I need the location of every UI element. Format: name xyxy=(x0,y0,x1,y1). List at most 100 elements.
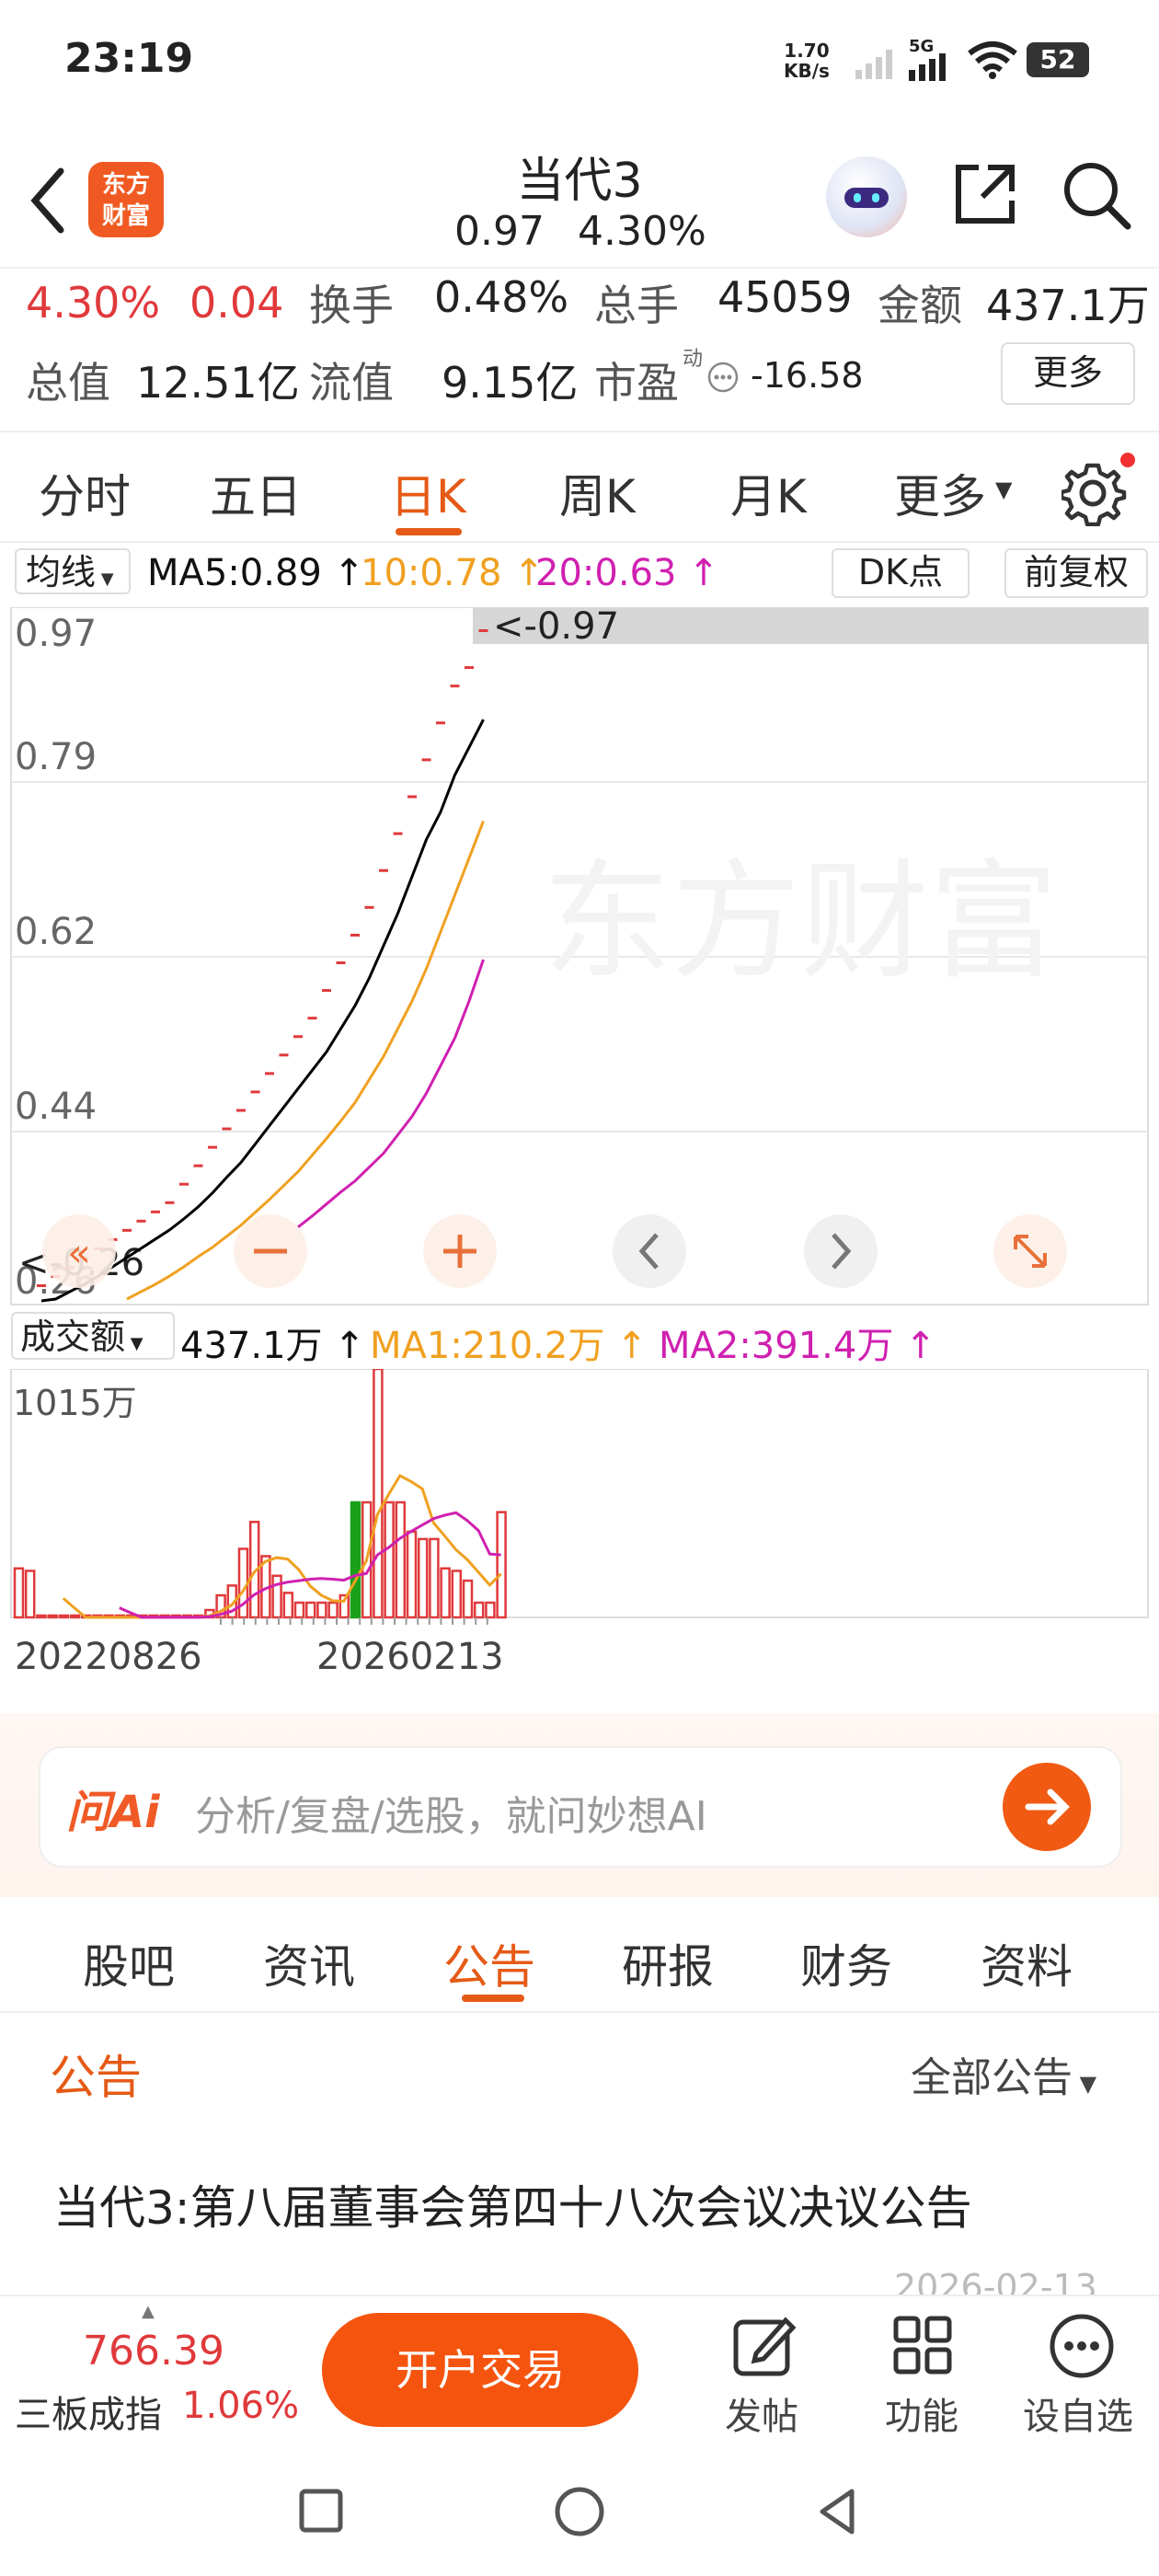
axis-label-097: 0.97 xyxy=(15,613,97,655)
active-info-tab-indicator xyxy=(462,1995,524,2002)
chevron-down-icon: ▼ xyxy=(995,477,1013,502)
watermark: 东方财富 xyxy=(543,847,1058,997)
tab-monthly-k[interactable]: 月K xyxy=(730,460,807,526)
tab-weekly-k[interactable]: 周K xyxy=(559,460,636,526)
candle xyxy=(236,1109,246,1112)
announcement-filter[interactable]: 全部公告 ▼ xyxy=(911,2044,1096,2103)
candle xyxy=(379,868,388,872)
candle xyxy=(336,961,346,965)
kline-chart-area: 均线 ▼ MA5:0.89 ↑ 10:0.78 ↑ 20:0.63 ↑ DK点 … xyxy=(0,541,1159,1709)
candle xyxy=(350,933,360,937)
volume-bar xyxy=(327,1601,339,1619)
tab-forum[interactable]: 股吧 xyxy=(83,1930,175,1996)
zoom-in-button[interactable] xyxy=(423,1214,497,1288)
announcement-item-title[interactable]: 当代3:第八届董事会第四十八次会议决议公告 xyxy=(53,2171,972,2237)
tab-research[interactable]: 研报 xyxy=(622,1930,714,1996)
volume-bar xyxy=(406,1530,418,1619)
axis-label-062: 0.62 xyxy=(15,911,97,953)
candle xyxy=(179,1182,189,1186)
ma-selector[interactable]: 均线 ▼ xyxy=(15,548,131,594)
candle xyxy=(407,795,417,799)
battery-icon: 52 xyxy=(1027,42,1089,77)
ai-logo: 问Ai xyxy=(66,1787,160,1838)
recents-square-icon[interactable] xyxy=(294,2484,350,2539)
candle xyxy=(250,1090,260,1094)
pe-sup: 动 xyxy=(683,348,704,371)
forward-adjust-button[interactable]: 前复权 xyxy=(1004,548,1148,598)
volume-bar xyxy=(36,1614,47,1619)
volume-max-label: 1015万 xyxy=(13,1383,137,1423)
ai-placeholder[interactable]: 分析/复盘/选股，就问妙想AI xyxy=(195,1783,707,1842)
index-name: 三板成指 xyxy=(15,2394,162,2436)
scroll-right-button[interactable] xyxy=(804,1214,878,1288)
volume-bar xyxy=(384,1501,395,1619)
dk-point-button[interactable]: DK点 xyxy=(832,548,970,598)
post-label[interactable]: 发帖 xyxy=(725,2386,798,2440)
settings-gear-icon[interactable] xyxy=(1061,453,1135,526)
post-edit-icon[interactable] xyxy=(729,2311,798,2381)
zoom-out-button[interactable] xyxy=(234,1214,307,1288)
volume-bar xyxy=(350,1501,361,1619)
float-label: 流值 xyxy=(309,358,394,408)
stock-stats: 4.30% 0.04 换手 0.48% 总手 45059 金额 437.1万 总… xyxy=(0,269,1159,429)
functions-label[interactable]: 功能 xyxy=(885,2386,958,2440)
chevron-down-icon: ▼ xyxy=(125,1334,143,1353)
ai-assistant-avatar[interactable] xyxy=(826,156,907,237)
volume-bar xyxy=(271,1574,282,1619)
volume-chart[interactable]: 1015万 xyxy=(0,1369,1159,1645)
more-button[interactable]: 更多 xyxy=(1001,342,1135,405)
ma20-label: 20:0.63 ↑ xyxy=(535,552,719,594)
amount-value: 437.1万 xyxy=(986,281,1150,330)
max-price-marker: <-0.97 xyxy=(493,607,619,648)
share-icon[interactable] xyxy=(951,160,1019,228)
candle xyxy=(293,1035,303,1039)
home-circle-icon[interactable] xyxy=(550,2482,609,2541)
candle xyxy=(279,1053,289,1057)
ai-submit-arrow-icon[interactable] xyxy=(1003,1763,1091,1851)
back-triangle-icon[interactable] xyxy=(809,2482,868,2541)
tab-news[interactable]: 资讯 xyxy=(263,1930,355,1996)
index-value: 766.39 xyxy=(83,2328,224,2375)
tab-more[interactable]: 更多 xyxy=(894,460,986,526)
system-nav-bar xyxy=(0,2444,1159,2576)
tab-five-day[interactable]: 五日 xyxy=(210,460,302,526)
volume-bar xyxy=(429,1537,440,1619)
candle xyxy=(364,905,374,909)
tab-profile[interactable]: 资料 xyxy=(981,1930,1073,1996)
search-icon[interactable] xyxy=(1060,158,1133,232)
fullscreen-expand-icon[interactable] xyxy=(993,1214,1067,1288)
chevron-down-icon: ▼ xyxy=(1073,2071,1097,2097)
candle xyxy=(421,758,431,762)
tab-daily-k[interactable]: 日K xyxy=(390,460,466,526)
candle xyxy=(465,666,474,670)
ai-search-bar[interactable]: 问Ai 分析/复盘/选股，就问妙想AI xyxy=(39,1746,1122,1868)
candle xyxy=(208,1145,217,1149)
add-watchlist-label[interactable]: 设自选 xyxy=(1023,2386,1133,2440)
header-change: 4.30% xyxy=(578,208,706,255)
header-price: 0.97 xyxy=(454,208,545,255)
pe-info-icon[interactable] xyxy=(706,361,740,394)
net-speed: 1.70 KB/s xyxy=(784,40,830,82)
volume-value: 45059 xyxy=(717,272,853,322)
pe-value: -16.58 xyxy=(751,355,864,396)
candle xyxy=(478,629,488,632)
active-tab-indicator xyxy=(396,528,462,535)
tab-finance[interactable]: 财务 xyxy=(800,1930,892,1996)
stat-pct: 4.30% xyxy=(26,278,161,328)
tab-announcements[interactable]: 公告 xyxy=(443,1930,535,1996)
volume-indicator-selector[interactable]: 成交额 ▼ xyxy=(11,1312,175,1360)
volume-bar xyxy=(58,1614,70,1619)
candle xyxy=(37,1284,46,1287)
scroll-left-button[interactable] xyxy=(613,1214,686,1288)
open-account-trade-button[interactable]: 开户交易 xyxy=(322,2313,638,2427)
announcement-section-title: 公告 xyxy=(50,2051,142,2104)
expand-up-icon[interactable]: ▲ xyxy=(142,2302,155,2321)
scroll-left-fast-button[interactable]: « xyxy=(42,1214,116,1288)
functions-grid-icon[interactable] xyxy=(889,2311,958,2381)
add-watchlist-icon[interactable] xyxy=(1045,2309,1119,2383)
candle xyxy=(436,721,445,725)
cap-label: 总值 xyxy=(26,358,110,408)
tab-intraday[interactable]: 分时 xyxy=(39,460,131,526)
candle xyxy=(450,684,460,688)
stock-header: 东方 财富 当代3 0.97 4.30% xyxy=(0,129,1159,269)
